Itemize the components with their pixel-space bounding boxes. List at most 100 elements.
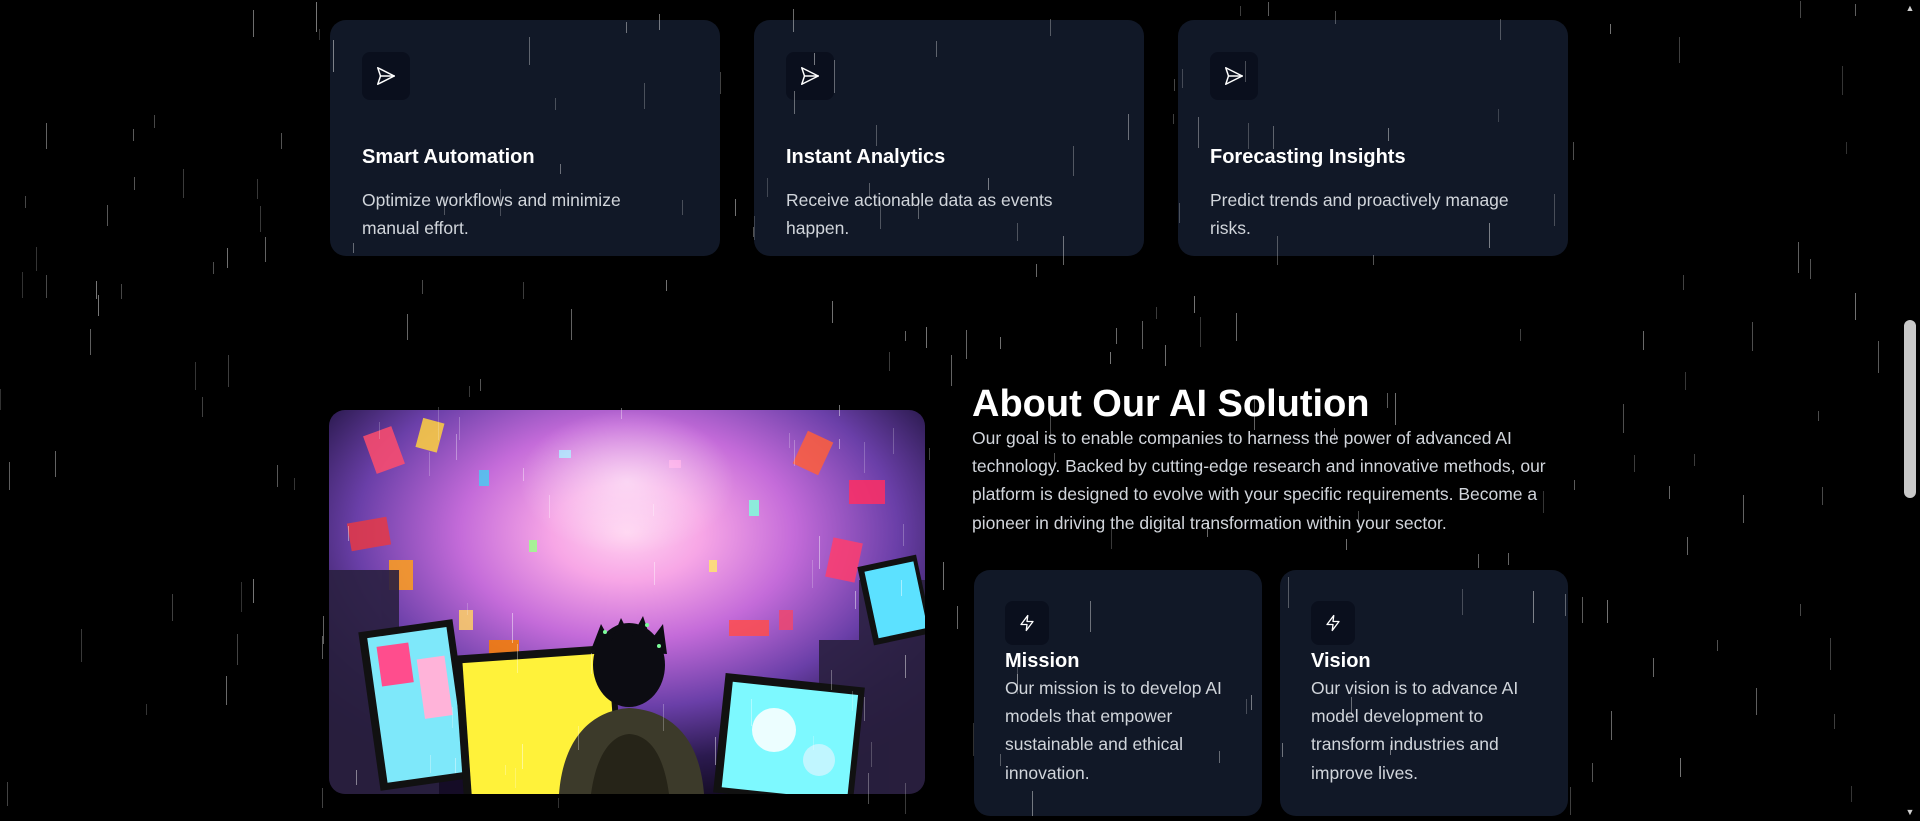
rain-streak xyxy=(1240,6,1241,16)
rain-streak xyxy=(1165,345,1166,366)
rain-streak xyxy=(1346,539,1347,550)
vision-card: Vision Our vision is to advance AI model… xyxy=(1280,570,1568,816)
rain-streak xyxy=(1752,322,1753,351)
rain-streak xyxy=(1878,341,1879,373)
rain-streak xyxy=(260,206,261,232)
rain-streak xyxy=(183,169,184,198)
rain-streak xyxy=(1687,537,1688,555)
rain-streak xyxy=(1194,296,1195,313)
rain-streak xyxy=(1173,114,1174,124)
rain-streak xyxy=(1610,24,1611,34)
rain-streak xyxy=(1798,242,1799,273)
rain-streak xyxy=(1694,454,1695,466)
rain-streak xyxy=(1574,480,1575,490)
rain-streak xyxy=(905,331,906,341)
rain-streak xyxy=(253,10,254,37)
rain-streak xyxy=(202,397,203,417)
rain-streak xyxy=(277,465,278,487)
rain-streak xyxy=(257,179,258,199)
scroll-down-arrow-icon[interactable]: ▼ xyxy=(1900,804,1920,821)
rain-streak xyxy=(323,616,324,644)
rain-streak xyxy=(25,196,26,208)
rain-streak xyxy=(735,199,736,216)
rain-streak xyxy=(1634,455,1635,472)
rain-streak xyxy=(422,280,423,294)
rain-streak xyxy=(1800,604,1801,616)
rain-streak xyxy=(1036,264,1037,277)
rain-streak xyxy=(1508,553,1509,565)
feature-description: Receive actionable data as events happen… xyxy=(786,190,1053,238)
lightning-icon xyxy=(1005,601,1049,645)
rain-streak xyxy=(55,451,56,477)
page-scrollbar[interactable]: ▲ ▼ xyxy=(1900,0,1920,821)
rain-streak xyxy=(96,281,97,299)
rain-streak xyxy=(571,309,572,340)
rain-streak xyxy=(322,788,323,808)
send-icon xyxy=(362,52,410,100)
rain-streak xyxy=(1200,317,1201,347)
rain-streak xyxy=(322,636,323,659)
rain-streak xyxy=(195,362,196,390)
rain-streak xyxy=(213,262,214,274)
rain-streak xyxy=(1855,293,1856,320)
rain-streak xyxy=(1679,37,1680,63)
rain-streak xyxy=(1573,142,1574,160)
rain-streak xyxy=(0,389,1,410)
rain-streak xyxy=(241,582,242,612)
about-illustration-image xyxy=(329,410,925,794)
rain-streak xyxy=(1520,329,1521,341)
rain-streak xyxy=(1570,787,1571,815)
rain-streak xyxy=(228,355,229,387)
page-viewport: Smart Automation Optimize workflows and … xyxy=(0,0,1920,821)
rain-streak xyxy=(1743,495,1744,523)
rain-streak xyxy=(154,115,155,128)
rain-streak xyxy=(1830,638,1831,670)
rain-streak xyxy=(1685,372,1686,390)
rain-streak xyxy=(1643,331,1644,350)
rain-streak xyxy=(1653,658,1654,677)
rain-streak xyxy=(951,355,952,386)
rain-streak xyxy=(889,352,890,371)
rain-streak xyxy=(1110,352,1111,364)
feature-card-forecasting-insights: Forecasting Insights Predict trends and … xyxy=(1178,20,1568,256)
rain-streak xyxy=(1373,255,1374,265)
rain-streak xyxy=(1756,688,1757,715)
lightning-icon xyxy=(1311,601,1355,645)
feature-description: Optimize workflows and minimize manual e… xyxy=(362,190,621,238)
rain-streak xyxy=(929,448,930,460)
rain-streak xyxy=(1000,337,1001,349)
rain-streak xyxy=(1174,79,1175,91)
rain-streak xyxy=(720,72,721,94)
vision-title: Vision xyxy=(1311,650,1371,672)
rain-streak xyxy=(469,386,470,397)
rain-streak xyxy=(146,704,147,715)
feature-title: Forecasting Insights xyxy=(1210,146,1406,168)
rain-streak xyxy=(558,798,559,808)
rain-streak xyxy=(9,462,10,490)
rain-streak xyxy=(480,379,481,391)
rain-streak xyxy=(265,237,266,262)
rain-streak xyxy=(1607,600,1608,623)
send-icon xyxy=(786,52,834,100)
rain-streak xyxy=(90,329,91,355)
rain-streak xyxy=(1834,714,1835,729)
feature-description: Predict trends and proactively manage ri… xyxy=(1210,190,1509,238)
mission-title: Mission xyxy=(1005,650,1080,672)
rain-streak xyxy=(107,205,108,226)
rain-streak xyxy=(1669,486,1670,499)
rain-streak xyxy=(36,247,37,271)
rain-streak xyxy=(22,272,23,298)
rain-streak xyxy=(1818,411,1819,421)
vision-description: Our vision is to advance AI model develo… xyxy=(1311,678,1519,783)
rain-streak xyxy=(1582,597,1583,623)
scroll-thumb[interactable] xyxy=(1904,320,1916,498)
rain-streak xyxy=(134,177,135,190)
rain-streak xyxy=(253,579,254,603)
feature-title: Smart Automation xyxy=(362,146,535,168)
rain-streak xyxy=(1680,758,1681,777)
rain-streak xyxy=(666,280,667,291)
rain-streak xyxy=(1395,393,1396,425)
rain-streak xyxy=(1810,259,1811,279)
rain-streak xyxy=(237,634,238,665)
scroll-up-arrow-icon[interactable]: ▲ xyxy=(1900,0,1920,17)
